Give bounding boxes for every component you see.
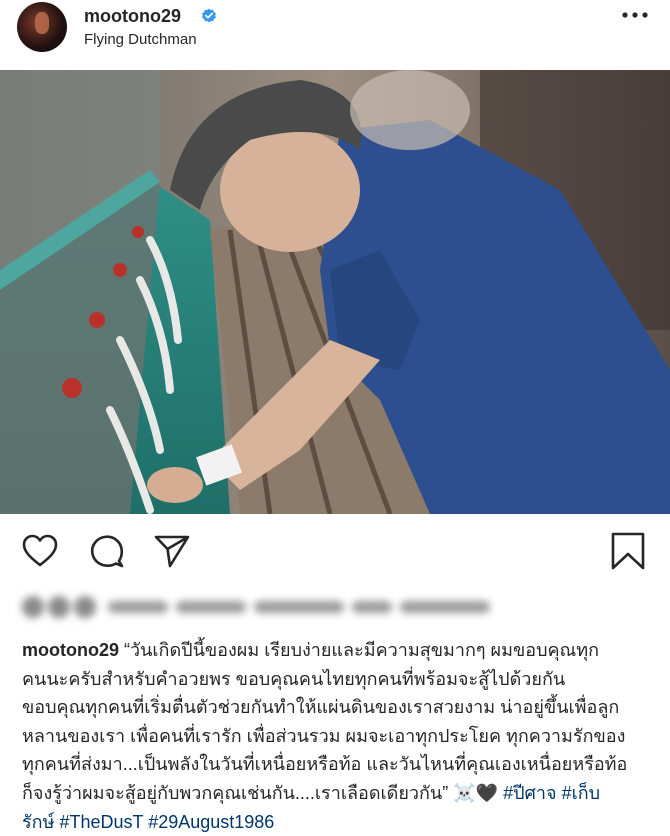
comment-icon[interactable] [88,532,126,570]
post-photo[interactable] [0,70,670,514]
caption-line: mootono29 “วันเกิดปีนี้ของผม เรียบง่ายแล… [22,636,654,665]
post-header: mootono29 Flying Dutchman [0,0,670,70]
hashtag-link[interactable]: #เก็บ [562,783,601,803]
heart-icon[interactable] [21,532,59,570]
post-caption: mootono29 “วันเกิดปีนี้ของผม เรียบง่ายแล… [22,636,654,836]
hashtag-link[interactable]: #ปีศาจ [503,783,557,803]
verified-badge-icon [202,8,216,23]
caption-line: คนนะครับสำหรับคำอวยพร ขอบคุณคนไทยทุกคนที… [22,668,566,689]
bookmark-icon[interactable] [609,532,647,570]
profile-avatar[interactable] [17,2,67,52]
caption-text: ก็จงรู้ว่าผมจะสู้อยู่กับพวกคุณเช่นกัน...… [22,782,454,803]
more-options-icon[interactable] [622,12,648,18]
caption-username[interactable]: mootono29 [22,640,119,660]
action-bar [0,532,670,572]
caption-line: ทุกคนที่ส่งมา...เป็นพลังในวันที่เหนื่อยห… [22,754,628,775]
username-link[interactable]: mootono29 [84,6,181,27]
location-link[interactable]: Flying Dutchman [84,31,197,48]
caption-line: หลานของเรา เพื่อคนที่เรารัก เพื่อส่วนรวม… [22,725,626,746]
photo-illustration [0,70,670,514]
caption-line: ขอบคุณทุกคนที่เริ่มตื่นตัวช่วยกันทำให้แผ… [22,697,620,718]
liked-by-blurred [22,594,532,620]
caption-line: ก็จงรู้ว่าผมจะสู้อยู่กับพวกคุณเช่นกัน...… [22,779,654,808]
caption-text: “วันเกิดปีนี้ของผม เรียบง่ายและมีความสุข… [119,640,600,660]
caption-emoji: ☠️🖤 [453,782,499,803]
send-icon[interactable] [153,532,191,570]
